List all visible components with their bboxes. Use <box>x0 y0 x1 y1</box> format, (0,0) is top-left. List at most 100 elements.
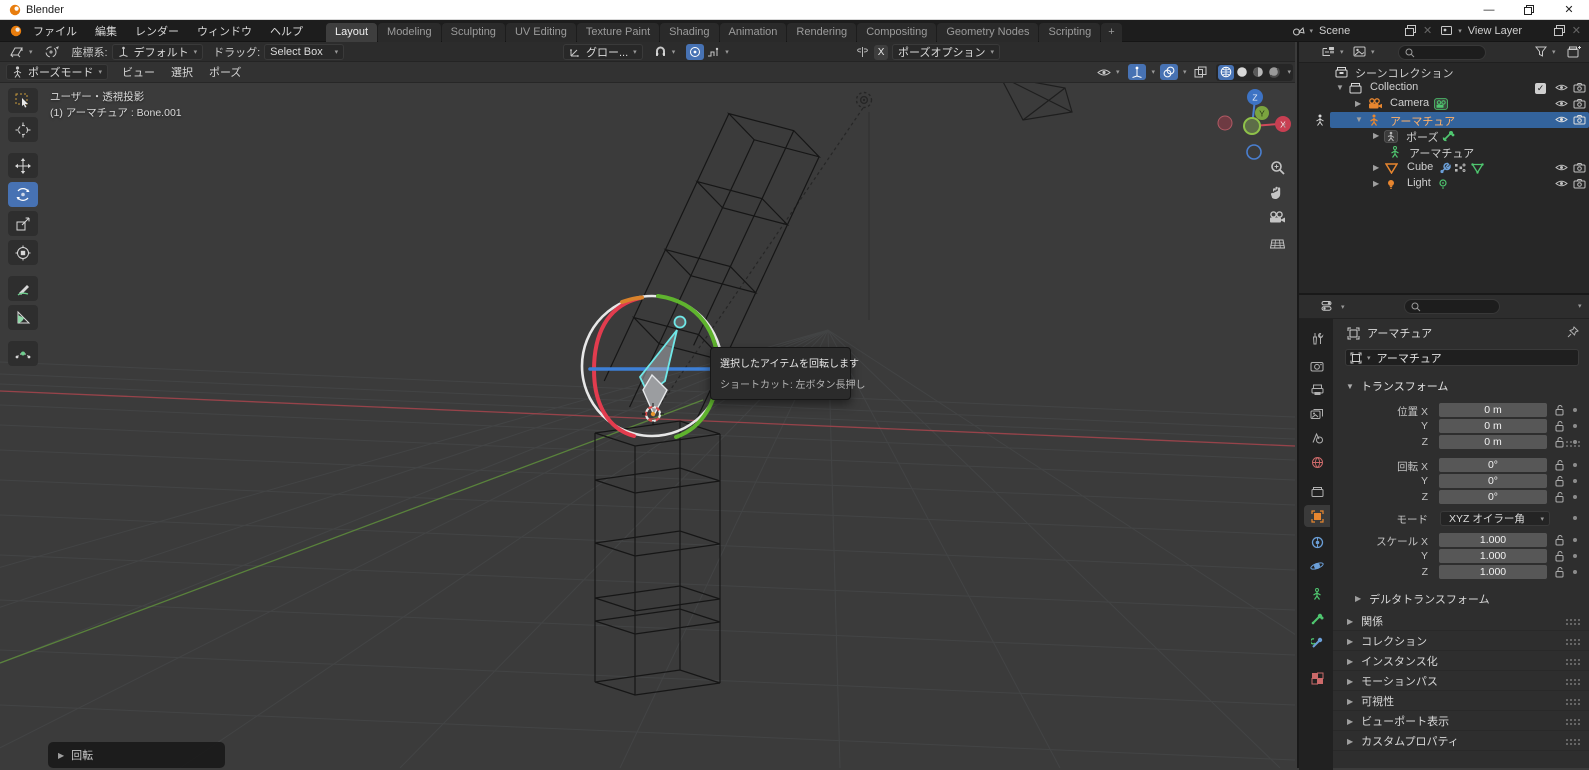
axis-neg-z-ball[interactable] <box>1246 144 1262 160</box>
outliner-filter-dropdown[interactable]: ▾ <box>1535 46 1556 57</box>
proportional-falloff-dropdown[interactable]: ▾ <box>704 44 732 60</box>
render-visibility-icon[interactable] <box>1573 114 1586 125</box>
row-label[interactable]: Light <box>1407 177 1431 189</box>
outliner-row-collection[interactable]: ▼ Collection ✓ <box>1299 80 1589 96</box>
tab-scene[interactable] <box>1304 427 1330 449</box>
menu-file[interactable]: ファイル <box>24 20 86 42</box>
outliner-row-camera[interactable]: ▶ Camera <box>1299 96 1589 112</box>
lock-icon[interactable] <box>1555 475 1565 487</box>
row-label[interactable]: Camera <box>1390 97 1429 109</box>
lock-icon[interactable] <box>1555 566 1565 578</box>
tab-bone[interactable] <box>1304 607 1330 629</box>
camera-view-button[interactable] <box>1266 206 1288 228</box>
tab-uv-editing[interactable]: UV Editing <box>505 22 576 42</box>
mode-dropdown[interactable]: ポーズモード ▾ <box>6 64 108 80</box>
new-scene-icon[interactable] <box>1405 25 1417 36</box>
row-label[interactable]: Cube <box>1407 161 1433 173</box>
tab-collection[interactable] <box>1304 481 1330 503</box>
shading-rendered-button[interactable] <box>1266 65 1282 80</box>
animate-dot[interactable] <box>1573 463 1577 467</box>
outliner-row-armature-data[interactable]: アーマチュア <box>1299 144 1589 160</box>
tab-tool[interactable] <box>1304 327 1330 349</box>
menu-edit[interactable]: 編集 <box>86 20 126 42</box>
row-label[interactable]: アーマチュア <box>1409 145 1474 161</box>
panel-grip[interactable] <box>1565 718 1581 726</box>
animate-dot[interactable] <box>1573 408 1577 412</box>
panel-grip[interactable] <box>1565 698 1581 706</box>
tab-layout[interactable]: Layout <box>326 22 378 42</box>
selected-bone-joint[interactable] <box>673 315 687 329</box>
remove-view-layer-icon[interactable]: ✕ <box>1572 24 1581 37</box>
properties-editor-type[interactable]: ▾ <box>1321 300 1345 313</box>
pan-button[interactable] <box>1266 181 1288 203</box>
object-name-field[interactable]: ▾ アーマチュア <box>1345 349 1579 366</box>
location-y-field[interactable]: 0 m <box>1439 419 1547 433</box>
animate-dot[interactable] <box>1573 570 1577 574</box>
scene-name[interactable]: Scene <box>1313 25 1405 37</box>
tool-annotate[interactable] <box>8 276 38 301</box>
render-visibility-icon[interactable] <box>1573 98 1586 109</box>
drag-dropdown[interactable]: Select Box ▾ <box>264 43 345 60</box>
chevron-down-icon[interactable]: ▾ <box>1578 302 1582 310</box>
animate-dot[interactable] <box>1573 554 1577 558</box>
panel-grip[interactable] <box>1565 618 1581 626</box>
outliner-row-light[interactable]: ▶ Light <box>1299 176 1589 192</box>
editor-type-menu[interactable]: ▾ <box>6 44 36 60</box>
panel-visibility[interactable]: ▶ 可視性 <box>1333 692 1589 711</box>
tool-cursor[interactable] <box>8 117 38 142</box>
breadcrumb-object-name[interactable]: アーマチュア <box>1367 325 1432 341</box>
tool-pose-breakdowner[interactable] <box>8 341 38 366</box>
lock-icon[interactable] <box>1555 550 1565 562</box>
expand-triangle-icon[interactable]: ▶ <box>1373 179 1379 188</box>
tab-view-layer[interactable] <box>1304 403 1330 425</box>
rotation-y-field[interactable]: 0° <box>1439 474 1547 488</box>
zoom-button[interactable] <box>1266 156 1288 178</box>
outliner-display-mode[interactable]: ▾ <box>1321 46 1344 58</box>
orientation-dropdown[interactable]: デフォルト ▾ <box>111 43 204 60</box>
transform-orientation-dropdown[interactable]: グロー... ▾ <box>563 44 643 60</box>
pose-options-dropdown[interactable]: ポーズオプション ▾ <box>892 44 1000 60</box>
shading-solid-button[interactable] <box>1234 65 1250 80</box>
outliner-row-pose[interactable]: ▶ ポーズ <box>1299 128 1589 144</box>
animate-dot[interactable] <box>1573 440 1577 444</box>
animate-dot[interactable] <box>1573 479 1577 483</box>
3d-viewport[interactable]: ポーズモード ▾ ビュー 選択 ポーズ ▾ ▾ ▾ ▾ ユーザー・透視投影 (1… <box>0 62 1295 768</box>
sidebar-toggle-icon[interactable]: ‹ <box>1283 120 1286 131</box>
xray-toggle[interactable] <box>1191 64 1210 80</box>
blender-logo-icon[interactable] <box>8 25 24 37</box>
hide-icon[interactable] <box>1555 162 1568 173</box>
view-layer-selector[interactable]: ▾ View Layer ✕ <box>1436 22 1585 40</box>
tab-scripting[interactable]: Scripting <box>1039 22 1101 42</box>
mirror-x-toggle[interactable]: X <box>874 44 889 60</box>
tab-compositing[interactable]: Compositing <box>857 22 937 42</box>
menu-select[interactable]: 選択 <box>163 62 201 83</box>
gizmos-toggle[interactable] <box>1128 64 1147 80</box>
restore-button[interactable] <box>1509 0 1549 19</box>
minimize-button[interactable]: — <box>1469 0 1509 19</box>
panel-custom-properties[interactable]: ▶ カスタムプロパティ <box>1333 732 1589 751</box>
location-x-field[interactable]: 0 m <box>1439 403 1547 417</box>
tool-move[interactable] <box>8 153 38 178</box>
scale-x-field[interactable]: 1.000 <box>1439 533 1547 547</box>
hide-icon[interactable] <box>1555 82 1568 93</box>
panel-motion-paths[interactable]: ▶ モーションパス <box>1333 672 1589 691</box>
tool-measure[interactable] <box>8 305 38 330</box>
expand-triangle-icon[interactable]: ▶ <box>1355 99 1361 108</box>
lock-icon[interactable] <box>1555 534 1565 546</box>
row-label[interactable]: シーンコレクション <box>1355 65 1453 81</box>
render-visibility-icon[interactable] <box>1573 82 1586 93</box>
panel-grip[interactable] <box>1565 678 1581 686</box>
animate-dot[interactable] <box>1573 495 1577 499</box>
collapse-triangle-icon[interactable]: ▼ <box>1336 83 1344 92</box>
proportional-editing-toggle[interactable] <box>686 44 705 60</box>
lock-icon[interactable] <box>1555 420 1565 432</box>
tab-rendering[interactable]: Rendering <box>787 22 857 42</box>
expand-triangle-icon[interactable]: ▶ <box>1373 131 1379 140</box>
menu-view[interactable]: ビュー <box>114 62 163 83</box>
panel-relations[interactable]: ▶ 関係 <box>1333 612 1589 631</box>
animate-dot[interactable] <box>1573 538 1577 542</box>
render-visibility-icon[interactable] <box>1573 178 1586 189</box>
row-label[interactable]: Collection <box>1370 81 1418 93</box>
rotation-x-field[interactable]: 0° <box>1439 458 1547 472</box>
hide-icon[interactable] <box>1555 114 1568 125</box>
